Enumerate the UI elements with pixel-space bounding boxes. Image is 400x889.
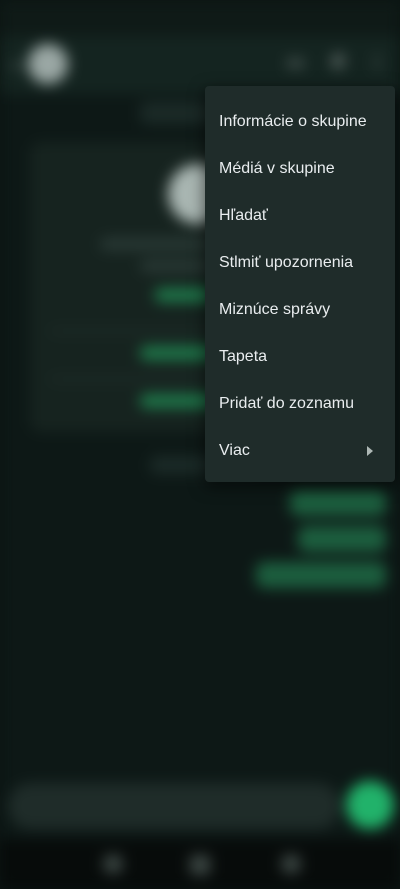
message-input[interactable]: [8, 783, 340, 829]
menu-item-disappearing-messages[interactable]: Miznúce správy: [205, 286, 395, 333]
message-bubble[interactable]: [290, 490, 386, 516]
menu-item-label: Hľadať: [219, 206, 268, 224]
menu-item-add-to-list[interactable]: Pridať do zoznamu: [205, 380, 395, 427]
message-bubble[interactable]: [298, 526, 386, 552]
menu-item-label: Viac: [219, 441, 250, 459]
menu-item-label: Informácie o skupine: [219, 112, 367, 130]
menu-item-label: Miznúce správy: [219, 300, 331, 318]
menu-item-group-media[interactable]: Médiá v skupine: [205, 145, 395, 192]
recents-icon[interactable]: [104, 855, 122, 873]
menu-item-label: Stlmiť upozornenia: [219, 253, 354, 271]
back-arrow-icon[interactable]: ←: [8, 52, 28, 75]
overflow-menu: Informácie o skupine Médiá v skupine Hľa…: [205, 86, 395, 482]
back-nav-icon[interactable]: [282, 855, 300, 873]
menu-item-label: Pridať do zoznamu: [219, 394, 354, 412]
menu-item-group-info[interactable]: Informácie o skupine: [205, 98, 395, 145]
message-bubble[interactable]: [256, 562, 386, 588]
home-icon[interactable]: [190, 855, 210, 875]
status-bar: [0, 0, 400, 36]
message-composer: [0, 773, 400, 839]
phone-icon[interactable]: ✆: [331, 52, 346, 73]
menu-item-label: Tapeta: [219, 347, 268, 365]
chevron-right-icon: [367, 445, 373, 456]
menu-item-more[interactable]: Viac: [205, 427, 395, 474]
menu-item-search[interactable]: Hľadať: [205, 192, 395, 239]
video-call-icon[interactable]: ▭: [287, 52, 304, 73]
menu-item-mute-notifications[interactable]: Stlmiť upozornenia: [205, 239, 395, 286]
more-options-icon[interactable]: ⋮: [368, 52, 386, 73]
mic-button[interactable]: [346, 781, 394, 829]
system-navigation-bar: [0, 839, 400, 889]
menu-item-wallpaper[interactable]: Tapeta: [205, 333, 395, 380]
group-avatar[interactable]: [28, 44, 68, 84]
menu-item-label: Médiá v skupine: [219, 159, 335, 177]
